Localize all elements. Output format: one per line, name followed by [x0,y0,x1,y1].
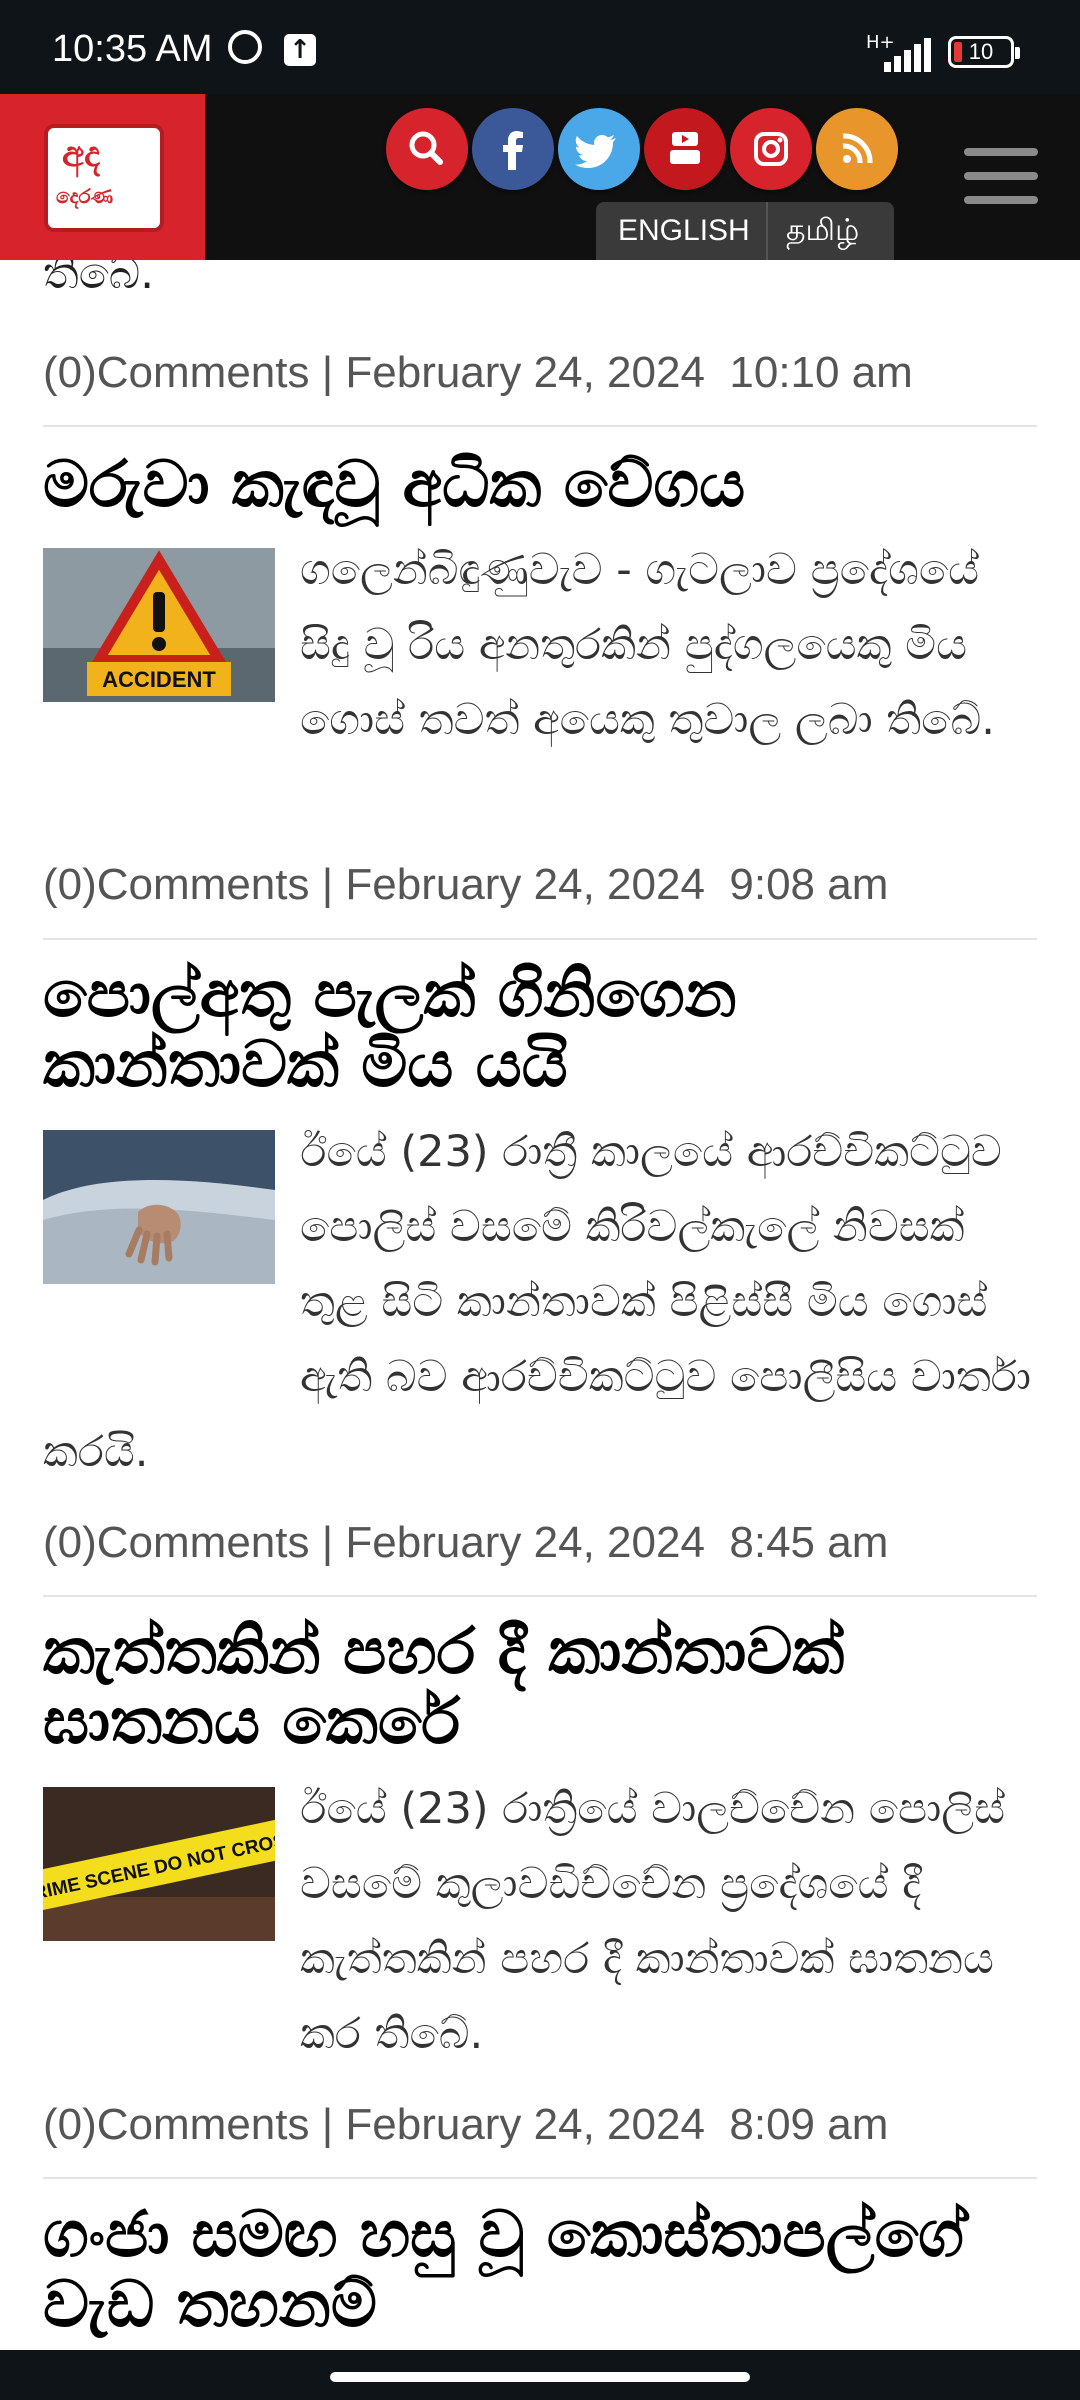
rss-icon [842,133,873,164]
alarm-icon [228,30,262,64]
youtube-button[interactable] [644,108,726,190]
previous-summary-fragment: තිබේ. [43,260,155,299]
article-summary[interactable]: ඊයේ (23) රාත්‍රී කාලයේ ආරච්චිකට්ටුව පොලි… [43,1115,1033,1490]
status-time: 10:35 AM [52,28,213,70]
lang-divider [766,202,768,260]
article-meta[interactable]: (0)Comments | February 24, 2024 8:45 am [43,1518,888,1568]
divider [43,2177,1037,2179]
article-meta[interactable]: (0)Comments | February 24, 2024 10:10 am [43,348,913,398]
menu-icon [964,148,1038,156]
article-meta[interactable]: (0)Comments | February 24, 2024 9:08 am [43,860,888,910]
home-gesture-handle[interactable] [330,2372,750,2382]
youtube-icon [670,132,700,164]
article-title[interactable]: කැත්තකින් පහර දී කාන්තාවක් ඝාතනය කෙරේ [43,1617,1043,1757]
menu-icon-bar [964,196,1038,204]
system-nav-bar [0,2350,1080,2400]
signal-icon [884,38,931,72]
article-summary-text: ඊයේ (23) රාත්‍රියේ වාලච්චේන පොලිස් වසමේ … [300,1784,1005,2059]
menu-button[interactable] [964,148,1038,206]
logo-text-1: අද [62,134,101,175]
article-title[interactable]: පොල්අතු පැලක් ගිනිගෙන කාන්තාවක් මිය යයි [43,960,1043,1100]
instagram-icon [754,132,788,166]
site-header: අද දෙරණ ENGLISH தமிழ் [0,94,1080,260]
search-button[interactable] [386,108,468,190]
lang-english-link[interactable]: ENGLISH [618,202,750,260]
divider [43,938,1037,940]
article-title[interactable]: මරුවා කැඳවූ අධික වේගය [43,450,1043,520]
battery-icon: 10 [948,36,1020,68]
article-summary-text: ගලෙන්බිඳුණුවැව - ගැටලාව ප්‍රදේශයේ සිදු ව… [300,545,995,745]
article-title[interactable]: ගංජා සමඟ හසු වූ කොස්තාපල්ගේ වැඩ තහනම් [43,2200,1043,2340]
news-feed: තිබේ. (0)Comments | February 24, 2024 10… [0,260,1080,2350]
facebook-button[interactable] [472,108,554,190]
language-switcher: ENGLISH தமிழ் [596,202,894,260]
article-meta[interactable]: (0)Comments | February 24, 2024 8:09 am [43,2100,888,2150]
status-bar: 10:35 AM ↑ H+ 10 [0,0,1080,94]
article-summary[interactable]: ගලෙන්බිඳුණුවැව - ගැටලාව ප්‍රදේශයේ සිදු ව… [43,533,1033,763]
upload-icon: ↑ [284,34,316,66]
twitter-button[interactable] [558,108,640,190]
instagram-button[interactable] [730,108,812,190]
site-logo[interactable]: අද දෙරණ [0,94,205,260]
divider [43,425,1037,427]
twitter-icon [575,135,616,168]
rss-button[interactable] [816,108,898,190]
article-summary[interactable]: ඊයේ (23) රාත්‍රියේ වාලච්චේන පොලිස් වසමේ … [43,1772,1033,2072]
divider [43,1595,1037,1597]
logo-mark: අද දෙරණ [44,124,164,232]
lang-tamil-link[interactable]: தமிழ் [786,202,859,260]
logo-text-2: දෙරණ [56,184,114,208]
search-icon [409,131,443,165]
facebook-icon [503,131,523,170]
menu-icon-bar [964,172,1038,180]
